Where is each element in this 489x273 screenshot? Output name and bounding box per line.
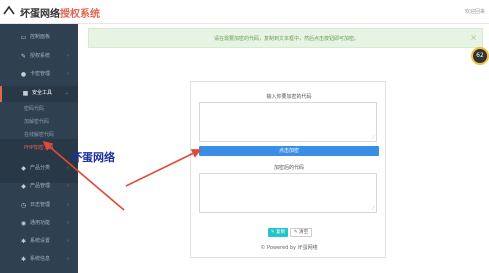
annotation-arrows (42, 140, 202, 211)
arrow-to-button (125, 149, 202, 187)
app-window: 坏蛋网络授权系统 欢迎回来 ▭ 控制面板 ✎ 授权系统 ‹ ● 卡密管理 ‹ ■… (0, 0, 489, 273)
watermark-text: 坏蛋网络 (71, 151, 115, 164)
